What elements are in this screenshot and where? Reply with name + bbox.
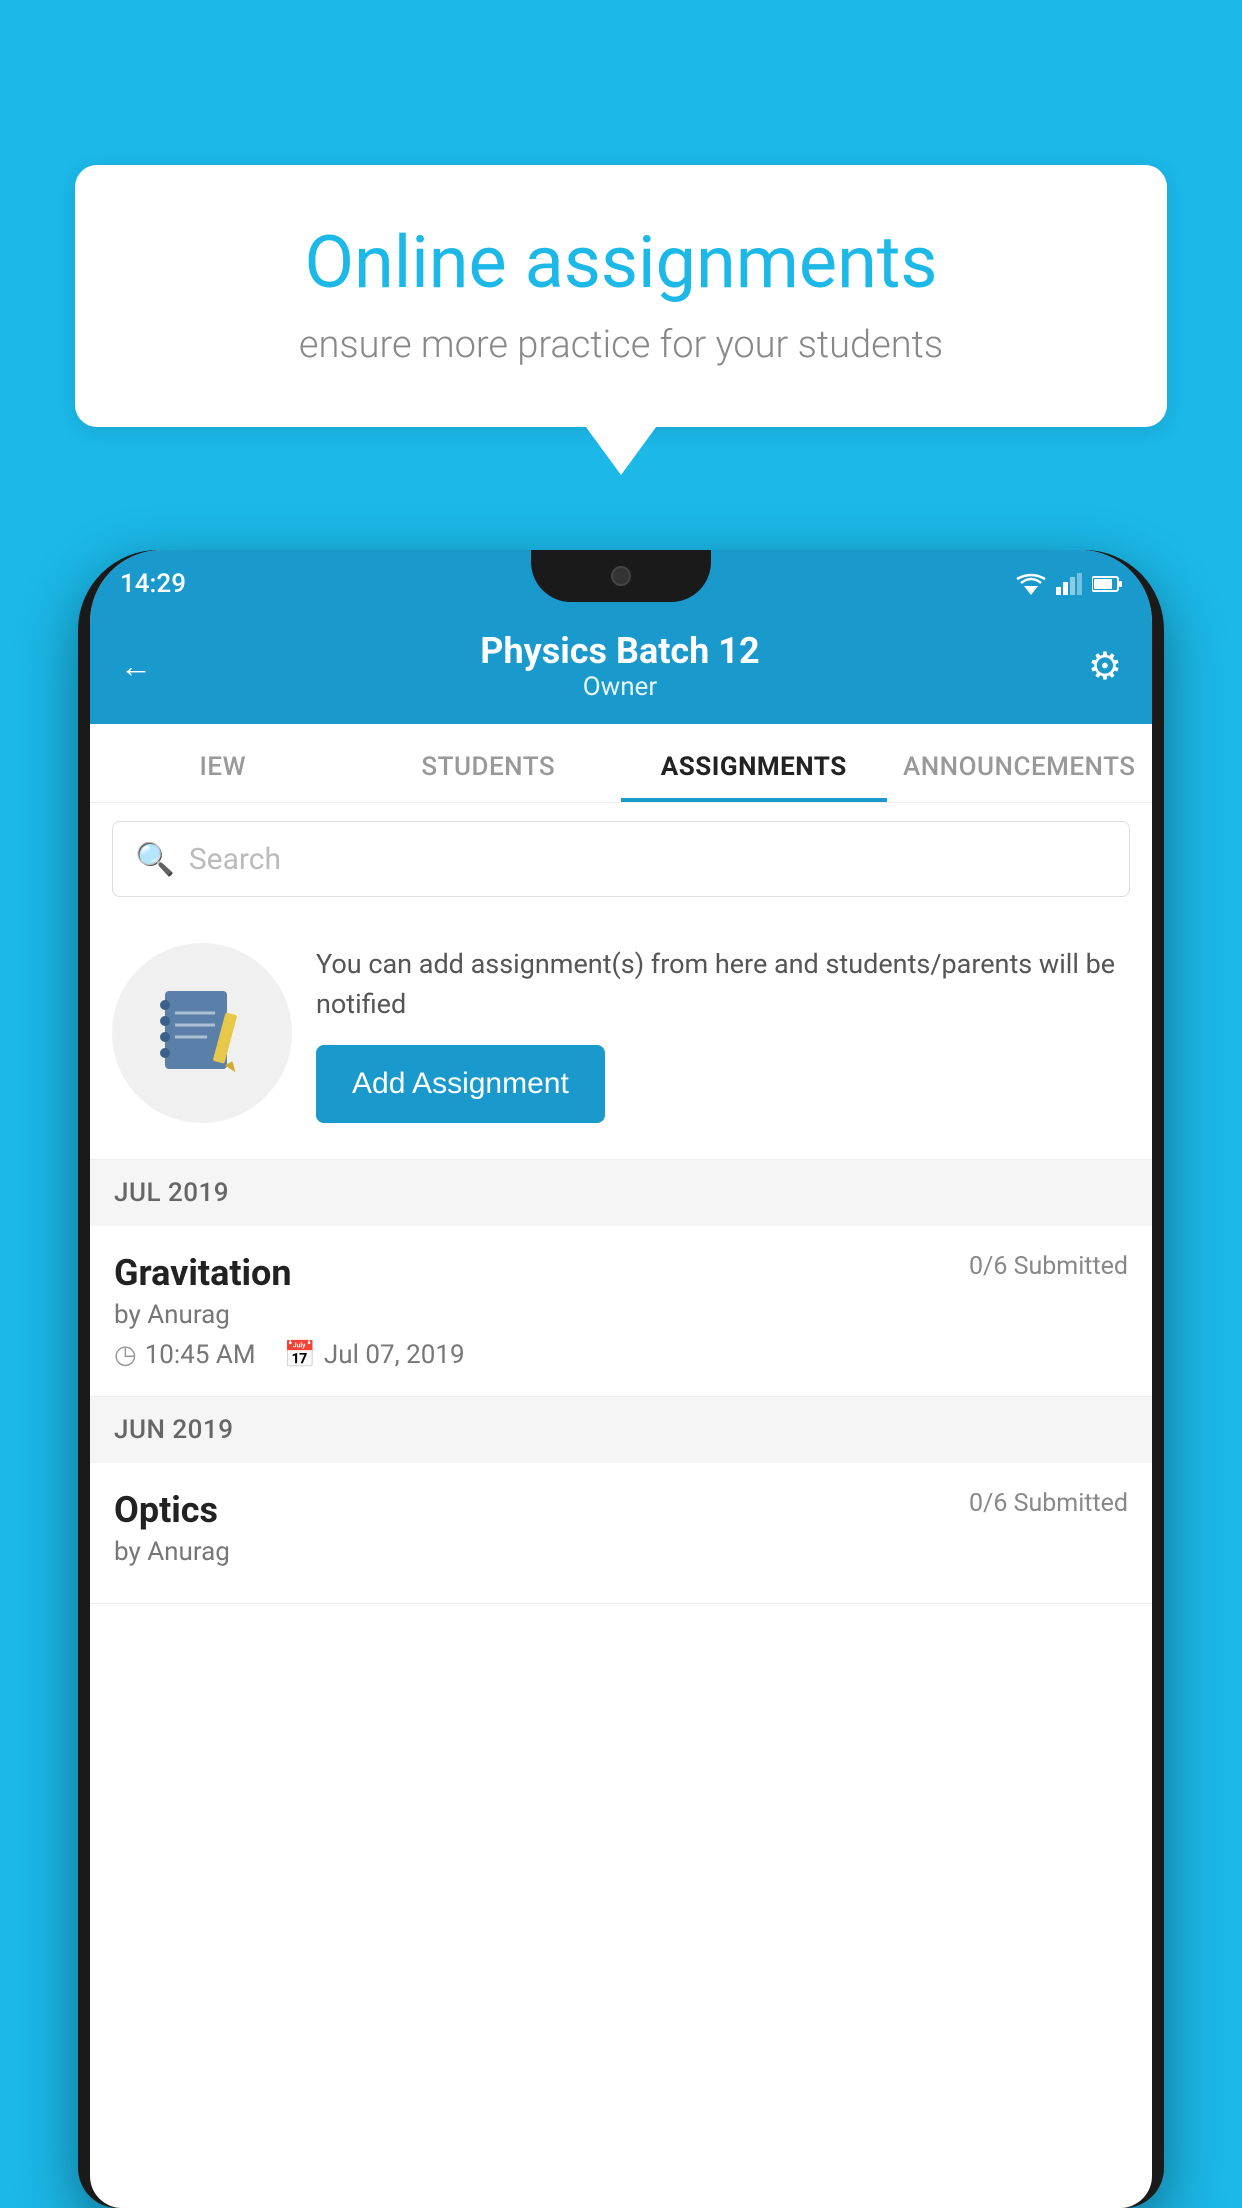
info-icon-circle: [112, 943, 292, 1123]
notebook-icon: [157, 983, 247, 1083]
battery-icon: [1092, 575, 1122, 593]
search-box[interactable]: 🔍 Search: [112, 821, 1130, 897]
assignment-top-row-optics: Optics 0/6 Submitted: [114, 1489, 1128, 1531]
assignment-by-optics: by Anurag: [114, 1537, 1128, 1567]
speech-bubble: Online assignments ensure more practice …: [75, 165, 1167, 427]
notch: [531, 550, 711, 602]
tab-assignments[interactable]: ASSIGNMENTS: [621, 724, 887, 802]
info-description: You can add assignment(s) from here and …: [316, 944, 1130, 1025]
status-icons: [1016, 567, 1122, 595]
assignment-time-item: ◷ 10:45 AM: [114, 1340, 256, 1370]
search-container: 🔍 Search: [90, 803, 1152, 915]
calendar-icon: 📅: [284, 1340, 316, 1370]
app-header: ← Physics Batch 12 Owner ⚙: [90, 612, 1152, 724]
tab-students[interactable]: STUDENTS: [356, 724, 622, 802]
assignment-title-optics: Optics: [114, 1489, 218, 1531]
assignment-time: 10:45 AM: [145, 1340, 256, 1370]
front-camera: [611, 566, 631, 586]
phone-screen: 14:29: [90, 550, 1152, 2208]
search-placeholder: Search: [189, 842, 281, 877]
signal-icon: [1056, 573, 1082, 595]
content-area: 🔍 Search: [90, 803, 1152, 1604]
month-header-jun: JUN 2019: [90, 1397, 1152, 1463]
speech-bubble-container: Online assignments ensure more practice …: [75, 165, 1167, 427]
settings-icon[interactable]: ⚙: [1088, 644, 1122, 689]
tab-announcements[interactable]: ANNOUNCEMENTS: [887, 724, 1153, 802]
assignment-date-item: 📅 Jul 07, 2019: [284, 1340, 465, 1370]
search-icon: 🔍: [135, 840, 175, 878]
clock-icon: ◷: [114, 1340, 137, 1370]
header-batch-name: Physics Batch 12: [152, 630, 1088, 672]
month-header-jul: JUL 2019: [90, 1160, 1152, 1226]
phone-frame: 14:29: [78, 550, 1164, 2208]
assignment-title-gravitation: Gravitation: [114, 1252, 292, 1294]
assignment-submitted-optics: 0/6 Submitted: [969, 1489, 1128, 1518]
assignment-item-optics[interactable]: Optics 0/6 Submitted by Anurag: [90, 1463, 1152, 1604]
tabs-bar: IEW STUDENTS ASSIGNMENTS ANNOUNCEMENTS: [90, 724, 1152, 803]
info-card: You can add assignment(s) from here and …: [90, 915, 1152, 1160]
assignment-item-gravitation[interactable]: Gravitation 0/6 Submitted by Anurag ◷ 10…: [90, 1226, 1152, 1397]
assignment-by-gravitation: by Anurag: [114, 1300, 1128, 1330]
info-text-area: You can add assignment(s) from here and …: [316, 944, 1130, 1123]
status-time: 14:29: [120, 563, 186, 599]
assignment-top-row: Gravitation 0/6 Submitted: [114, 1252, 1128, 1294]
tab-overview[interactable]: IEW: [90, 724, 356, 802]
speech-bubble-title: Online assignments: [135, 220, 1107, 305]
header-batch-role: Owner: [152, 672, 1088, 702]
assignment-meta-gravitation: ◷ 10:45 AM 📅 Jul 07, 2019: [114, 1340, 1128, 1370]
wifi-icon: [1016, 573, 1046, 595]
assignment-submitted-gravitation: 0/6 Submitted: [969, 1252, 1128, 1281]
back-button[interactable]: ←: [120, 647, 152, 685]
speech-bubble-subtitle: ensure more practice for your students: [135, 323, 1107, 367]
header-title-group: Physics Batch 12 Owner: [152, 630, 1088, 702]
add-assignment-button[interactable]: Add Assignment: [316, 1045, 605, 1123]
assignment-date: Jul 07, 2019: [324, 1340, 465, 1370]
